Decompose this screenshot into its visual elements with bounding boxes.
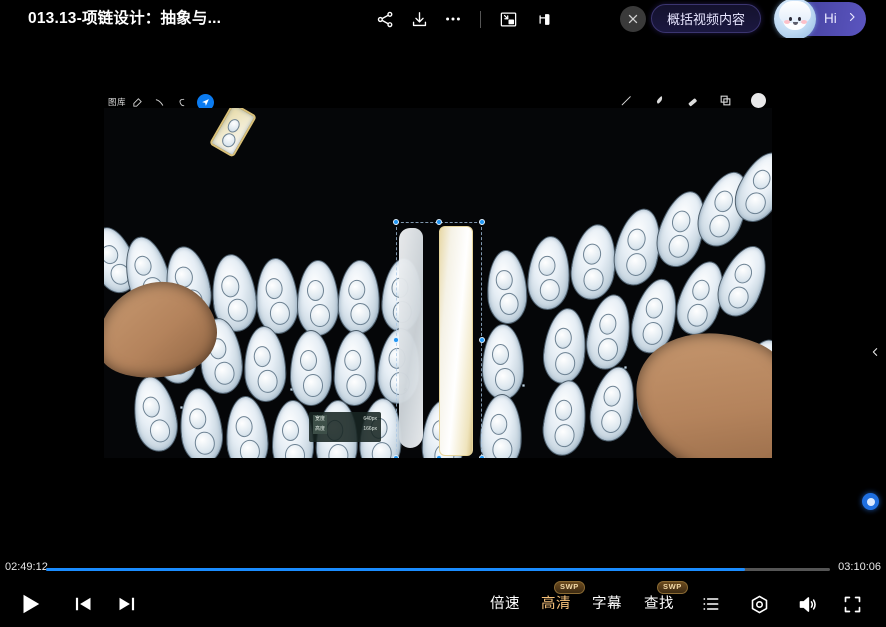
speed-label: 倍速: [490, 596, 520, 612]
jewel: [478, 393, 524, 458]
jewel-link: [180, 406, 183, 409]
color-swatch: [750, 90, 766, 110]
download-icon[interactable]: [402, 3, 436, 35]
layers-icon: [717, 90, 733, 110]
swp-badge: SWP: [657, 581, 688, 595]
jewel: [297, 260, 339, 336]
jewel-link: [522, 384, 525, 387]
tooltip-width-label: 宽度: [313, 415, 328, 425]
brush-icon: [618, 90, 634, 110]
jewel-stray: [208, 108, 258, 158]
progress-bar[interactable]: 02:49:12 03:10:06: [0, 561, 886, 580]
jewel: [127, 372, 183, 456]
greeting-text: Hi: [824, 11, 837, 26]
quality-label: 高清: [541, 596, 571, 612]
fullscreen-icon[interactable]: [838, 590, 866, 618]
next-button[interactable]: [112, 591, 142, 617]
assistant-bubble-icon[interactable]: [862, 493, 879, 510]
transform-handle: [393, 455, 399, 458]
video-frame[interactable]: 宽度 640px 高度 166px: [104, 108, 772, 458]
sidebar-collapse-chevron[interactable]: [867, 341, 883, 363]
recorded-app-right-tools: [618, 90, 766, 110]
volume-icon[interactable]: [793, 590, 821, 618]
toolbar-divider: [480, 10, 481, 28]
jewel: [525, 234, 573, 312]
search-label: 查找: [644, 596, 674, 612]
settings-icon[interactable]: [745, 590, 773, 618]
transform-handle: [479, 219, 485, 225]
jewel: [176, 386, 226, 458]
previous-button[interactable]: [68, 591, 98, 617]
user-greeting-pill[interactable]: Hi: [774, 0, 866, 40]
avatar: [774, 0, 816, 40]
jewel: [538, 377, 592, 458]
dimension-tooltip: 宽度 640px 高度 166px: [309, 412, 381, 442]
jewel: [485, 249, 529, 325]
play-button[interactable]: [14, 588, 46, 620]
transform-handle: [436, 219, 442, 225]
transform-handle: [393, 219, 399, 225]
jewel: [709, 238, 772, 324]
player-control-bar: 倍速 SWP 高清 字幕 SWP 查找: [0, 580, 886, 627]
video-canvas-content: 宽度 640px 高度 166px: [104, 108, 772, 458]
jewel: [482, 324, 524, 400]
jewel: [584, 362, 642, 446]
current-time: 02:49:12: [5, 561, 48, 573]
jewel: [254, 256, 300, 336]
summarize-label: 概括视频内容: [667, 12, 746, 27]
quality-button[interactable]: SWP 高清: [541, 581, 585, 613]
jewel: [581, 290, 637, 374]
summarize-video-button[interactable]: 概括视频内容: [651, 4, 762, 33]
share-icon[interactable]: [368, 3, 402, 35]
jewel: [242, 325, 288, 403]
top-icon-group: [368, 3, 559, 35]
subtitle-button[interactable]: 字幕: [592, 592, 622, 613]
video-stage[interactable]: 图库 宽度 640px 高度 166px: [0, 38, 886, 555]
video-player-window: 013.13-项链设计：抽象与... 概括视频内容 Hi 图库 宽度 640px…: [0, 0, 886, 627]
jewel-link: [290, 388, 293, 391]
tooltip-height-value: 166px: [363, 425, 377, 432]
jewel: [272, 400, 314, 458]
transform-handle: [479, 455, 485, 458]
total-time: 03:10:06: [838, 561, 881, 573]
swp-badge: SWP: [554, 581, 585, 595]
transform-selection-box[interactable]: [393, 219, 485, 458]
search-button[interactable]: SWP 查找: [644, 581, 688, 613]
chevron-right-icon: [846, 10, 858, 29]
jewel: [540, 306, 590, 386]
playlist-icon[interactable]: [697, 590, 725, 618]
jewel: [224, 394, 270, 458]
smudge-icon: [651, 90, 667, 110]
tooltip-width-value: 640px: [363, 416, 377, 422]
progress-track[interactable]: [46, 568, 830, 571]
more-icon[interactable]: [436, 3, 470, 35]
jewel-link: [624, 366, 627, 369]
cast-icon[interactable]: [525, 3, 559, 35]
eraser-icon: [684, 90, 700, 110]
tooltip-height-label: 高度: [313, 424, 328, 434]
page-title: 013.13-项链设计：抽象与...: [28, 10, 222, 27]
jewel: [332, 329, 378, 407]
transform-handle: [436, 455, 442, 458]
progress-fill: [46, 568, 745, 571]
jewel: [336, 259, 382, 335]
picture-in-picture-icon[interactable]: [491, 3, 525, 35]
transform-handle: [479, 337, 485, 343]
speed-button[interactable]: 倍速: [490, 592, 520, 613]
subtitle-label: 字幕: [592, 596, 622, 612]
top-bar: 013.13-项链设计：抽象与... 概括视频内容 Hi: [0, 0, 886, 40]
transform-handle: [393, 337, 399, 343]
close-button[interactable]: [620, 6, 646, 32]
gallery-label: 图库: [108, 97, 127, 107]
jewel: [290, 330, 332, 406]
